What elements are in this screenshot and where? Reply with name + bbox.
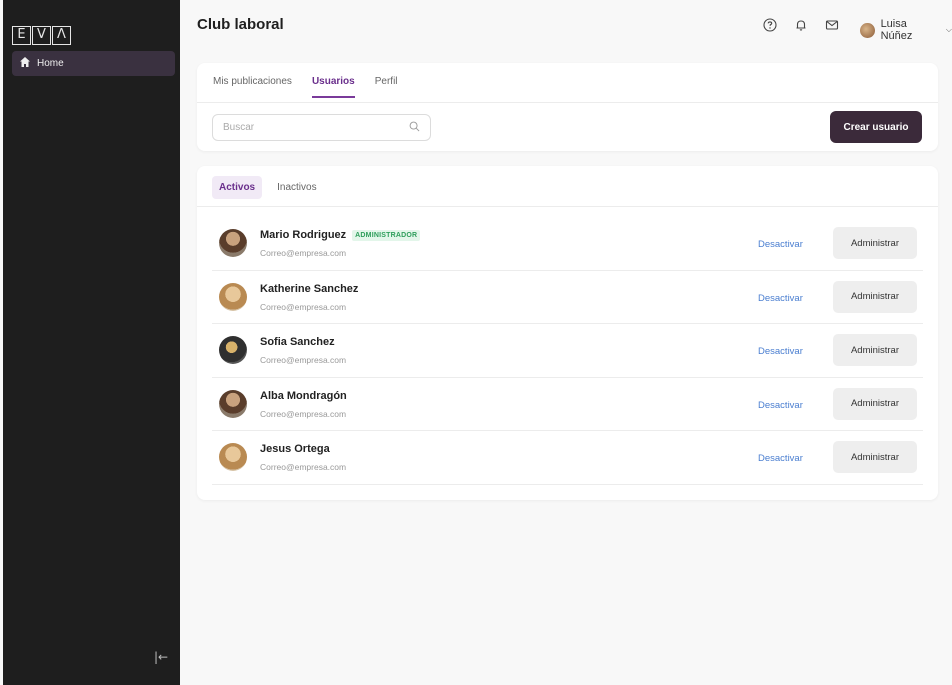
user-name: Sofia Sanchez — [260, 336, 335, 348]
tab-inactivos[interactable]: Inactivos — [270, 176, 323, 199]
manage-button[interactable]: Administrar — [833, 227, 917, 259]
create-user-button[interactable]: Crear usuario — [830, 111, 922, 143]
status-tabs: Activos Inactivos — [212, 176, 324, 199]
user-email: Correo@empresa.com — [260, 248, 347, 258]
divider — [197, 206, 938, 207]
user-menu[interactable]: Luisa Núñez ⌵ — [860, 18, 952, 42]
users-list: Mario Rodriguez ADMINISTRADOR Correo@emp… — [212, 217, 923, 485]
avatar — [219, 443, 247, 471]
search-icon[interactable] — [409, 119, 420, 137]
manage-button[interactable]: Administrar — [833, 280, 917, 313]
divider — [197, 102, 938, 103]
user-name: Katherine Sanchez — [260, 282, 359, 295]
manage-button[interactable]: Administrar — [833, 387, 917, 420]
mail-icon[interactable] — [824, 17, 840, 33]
user-name: Mario Rodriguez — [260, 229, 347, 241]
home-icon — [19, 55, 31, 73]
search-box — [212, 114, 431, 141]
deactivate-link[interactable]: Desactivar — [758, 400, 803, 411]
avatar — [219, 282, 247, 311]
deactivate-link[interactable]: Desactivar — [758, 239, 803, 250]
logo-letter: E — [12, 26, 31, 45]
sidebar: E V Λ Home |← — [3, 0, 180, 685]
search-input[interactable] — [223, 122, 409, 133]
list-item: Alba Mondragón Correo@empresa.com Desact… — [212, 378, 923, 431]
avatar — [219, 389, 247, 418]
list-item: Jesus Ortega Correo@empresa.com Desactiv… — [212, 431, 923, 485]
role-badge: ADMINISTRADOR — [352, 229, 421, 241]
tab-mis-publicaciones[interactable]: Mis publicaciones — [213, 76, 292, 98]
list-item: Sofia Sanchez Correo@empresa.com Desacti… — [212, 324, 923, 378]
sidebar-item-label: Home — [37, 58, 64, 69]
help-icon[interactable] — [762, 17, 778, 33]
avatar — [219, 336, 247, 364]
bell-icon[interactable] — [793, 17, 809, 33]
deactivate-link[interactable]: Desactivar — [758, 453, 803, 464]
avatar — [219, 229, 247, 257]
tab-usuarios[interactable]: Usuarios — [311, 76, 355, 98]
page-title: Club laboral — [197, 16, 284, 33]
user-email: Correo@empresa.com — [260, 355, 347, 365]
main-tabs: Mis publicaciones Usuarios Perfil — [213, 76, 398, 98]
user-email: Correo@empresa.com — [260, 408, 347, 419]
manage-button[interactable]: Administrar — [833, 441, 917, 473]
sidebar-item-home[interactable]: Home — [12, 51, 175, 76]
user-email: Correo@empresa.com — [260, 462, 347, 472]
app-logo: E V Λ — [12, 26, 71, 45]
logo-letter: Λ — [52, 26, 71, 45]
manage-button[interactable]: Administrar — [833, 334, 917, 366]
users-toolbar-card: Mis publicaciones Usuarios Perfil Crear … — [197, 63, 938, 151]
user-email: Correo@empresa.com — [260, 301, 347, 312]
tab-perfil[interactable]: Perfil — [375, 76, 398, 98]
list-item: Katherine Sanchez Correo@empresa.com Des… — [212, 271, 923, 324]
user-name: Jesus Ortega — [260, 443, 330, 455]
list-item: Mario Rodriguez ADMINISTRADOR Correo@emp… — [212, 217, 923, 271]
avatar — [860, 22, 875, 38]
users-list-card: Activos Inactivos Mario Rodriguez ADMINI… — [197, 166, 938, 500]
collapse-sidebar-icon[interactable]: |← — [154, 650, 168, 664]
deactivate-link[interactable]: Desactivar — [758, 346, 803, 357]
header-actions — [762, 17, 855, 33]
deactivate-link[interactable]: Desactivar — [758, 293, 803, 304]
tab-activos[interactable]: Activos — [212, 176, 263, 199]
logo-letter: V — [32, 26, 51, 45]
user-name: Alba Mondragón — [260, 389, 347, 402]
user-name: Luisa Núñez — [880, 18, 913, 42]
chevron-down-icon: ⌵ — [945, 25, 952, 34]
